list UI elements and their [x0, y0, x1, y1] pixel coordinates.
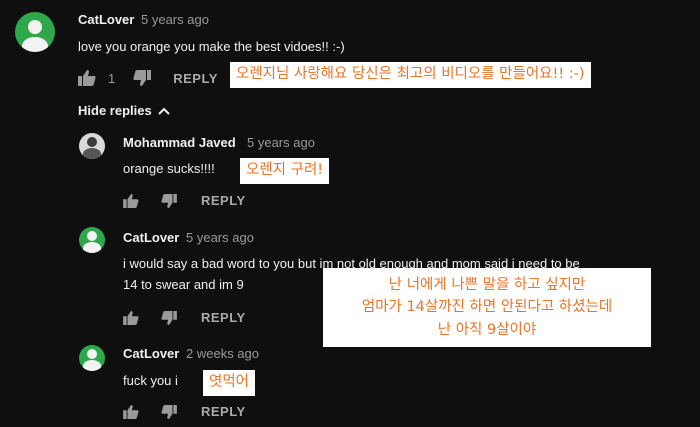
reply-button[interactable]: REPLY	[173, 71, 218, 86]
comment-text-line: 14 to swear and im 9	[123, 277, 244, 292]
comment-author[interactable]: CatLover	[78, 12, 134, 27]
translation-line: 난 아직 9살이야	[437, 321, 537, 338]
avatar[interactable]	[79, 345, 105, 371]
translation-line: 엄마가 14살까진 하면 안된다고 하셨는데	[361, 299, 613, 316]
thumbs-down-icon[interactable]	[133, 70, 152, 86]
thumbs-down-icon[interactable]	[161, 404, 177, 419]
comment-actions: REPLY	[123, 193, 246, 208]
translation-line: 난 너에게 나쁜 말을 하고 싶지만	[388, 277, 586, 293]
comment-timestamp[interactable]: 5 years ago	[247, 135, 315, 150]
reply-button[interactable]: REPLY	[201, 193, 246, 208]
comment-timestamp[interactable]: 5 years ago	[141, 12, 209, 27]
avatar[interactable]	[15, 12, 55, 52]
thumbs-up-icon[interactable]	[123, 310, 139, 325]
chevron-up-icon	[157, 103, 170, 118]
comment-timestamp[interactable]: 2 weeks ago	[186, 346, 259, 361]
thumbs-down-icon[interactable]	[161, 193, 177, 208]
comment-timestamp[interactable]: 5 years ago	[186, 230, 254, 245]
translation-caption: 난 너에게 나쁜 말을 하고 싶지만 엄마가 14살까진 하면 안된다고 하셨는…	[323, 268, 651, 348]
comment-author[interactable]: CatLover	[123, 230, 179, 245]
hide-replies-button[interactable]: Hide replies	[78, 103, 170, 118]
thumbs-down-icon[interactable]	[161, 310, 177, 325]
reply-button[interactable]: REPLY	[201, 404, 246, 419]
avatar[interactable]	[79, 227, 105, 253]
like-count: 1	[108, 70, 116, 86]
avatar[interactable]	[79, 133, 105, 159]
comment-text: love you orange you make the best vidoes…	[78, 39, 345, 54]
comment-text: orange sucks!!!!	[123, 161, 215, 176]
thumbs-up-icon[interactable]	[123, 404, 139, 419]
comment-author[interactable]: CatLover	[123, 346, 179, 361]
translation-caption: 오렌지님 사랑해요 당신은 최고의 비디오를 만들어요!! :-)	[230, 62, 591, 88]
thumbs-up-icon[interactable]	[123, 193, 139, 208]
comment-actions: REPLY	[123, 404, 246, 419]
comment-actions: 1 REPLY	[78, 70, 218, 86]
hide-replies-label: Hide replies	[78, 103, 152, 118]
reply-button[interactable]: REPLY	[201, 310, 246, 325]
thumbs-up-icon[interactable]	[78, 70, 96, 86]
comment-text: fuck you i	[123, 373, 178, 388]
translation-caption: 엿먹어	[203, 370, 256, 396]
comment-author[interactable]: Mohammad Javed	[123, 135, 236, 150]
translation-caption: 오렌지 구려!	[240, 158, 330, 184]
comment-actions: REPLY	[123, 310, 246, 325]
